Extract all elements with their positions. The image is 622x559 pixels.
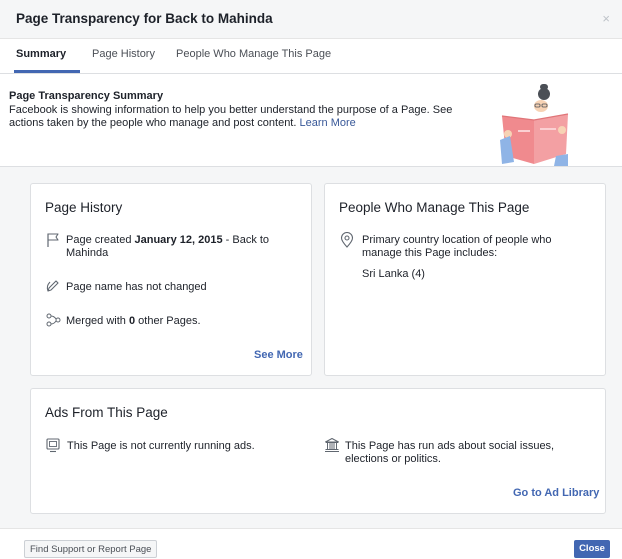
dialog-footer: Find Support or Report Page Close [0,528,622,558]
reading-person-illustration [500,84,569,166]
summary-section: Page Transparency Summary Facebook is sh… [0,74,622,167]
ad-screen-icon [46,438,60,453]
merged-suffix: other Pages. [138,315,201,327]
page-created-prefix: Page created [66,234,132,246]
government-building-icon [325,438,339,452]
merged-row: Merged with 0 other Pages. [66,315,201,328]
ads-title: Ads From This Page [45,405,168,420]
page-transparency-dialog: Page Transparency for Back to Mahinda × … [0,0,622,558]
tab-people-who-manage[interactable]: People Who Manage This Page [176,48,331,60]
tab-summary[interactable]: Summary [16,48,66,60]
merged-count: 0 [128,315,136,327]
tab-page-history[interactable]: Page History [92,48,155,60]
ads-not-running: This Page is not currently running ads. [67,440,255,452]
ad-library-link[interactable]: Go to Ad Library [513,487,599,499]
page-created-row: Page created January 12, 2015 - Back to … [66,234,281,260]
page-history-card: Page History Page created January 12, 20… [30,183,312,376]
active-tab-indicator [14,70,80,73]
close-icon[interactable]: × [602,11,610,26]
merge-icon [46,313,61,327]
learn-more-link[interactable]: Learn More [300,117,356,129]
close-button[interactable]: Close [574,540,610,558]
people-manage-card: People Who Manage This Page Primary coun… [324,183,606,376]
content-area: Page History Page created January 12, 20… [0,167,622,528]
summary-title: Page Transparency Summary [9,90,164,102]
see-more-link[interactable]: See More [254,349,303,361]
pencil-icon [46,280,59,292]
find-support-report-button[interactable]: Find Support or Report Page [24,540,158,558]
dialog-title: Page Transparency for Back to Mahinda [16,11,273,26]
tab-bar: Summary Page History People Who Manage T… [0,39,622,74]
summary-description-text: Facebook is showing information to help … [9,104,453,129]
country-value: Sri Lanka (4) [362,268,425,280]
merged-prefix: Merged with [66,315,126,327]
dialog-header: Page Transparency for Back to Mahinda × [0,0,622,39]
flag-icon [47,233,59,247]
location-pin-icon [340,232,354,248]
summary-description: Facebook is showing information to help … [9,104,479,130]
ads-social-issues: This Page has run ads about social issue… [345,440,555,465]
page-name-row: Page name has not changed [66,281,207,293]
page-created-date: January 12, 2015 [134,234,223,246]
country-description: Primary country location of people who m… [362,234,552,259]
ads-card: Ads From This Page This Page is not curr… [30,388,606,514]
page-history-title: Page History [45,200,123,215]
people-manage-title: People Who Manage This Page [339,200,530,215]
